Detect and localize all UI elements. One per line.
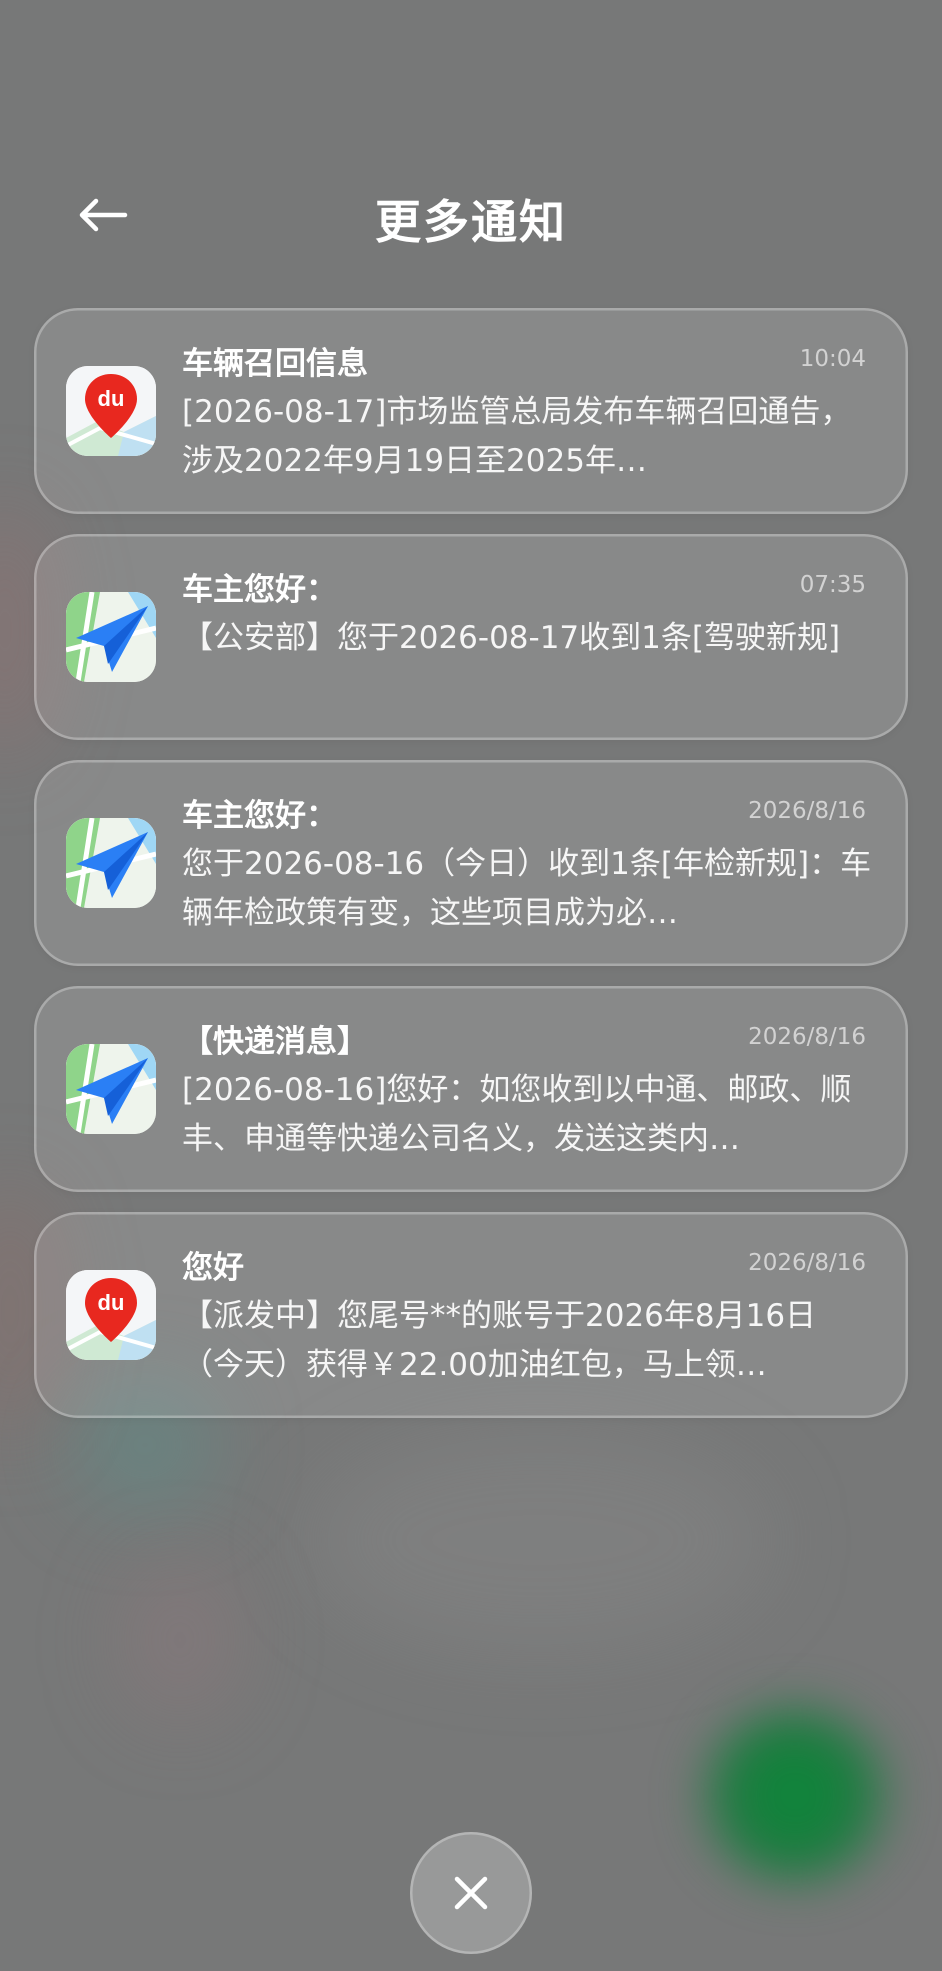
notification-time: 2026/8/16 — [748, 798, 866, 824]
header: 更多通知 — [0, 160, 942, 270]
notification-card[interactable]: du 您好 2026/8/16 【派发中】您尾号**的账号于2026年8月16日… — [34, 1212, 908, 1418]
notification-title: 【快递消息】 — [182, 1024, 368, 1060]
background-blur-blob — [690, 1700, 900, 1890]
notification-card[interactable]: 车主您好： 2026/8/16 您于2026-08-16（今日）收到1条[年检新… — [34, 760, 908, 966]
close-button[interactable] — [410, 1832, 532, 1954]
page-title: 更多通知 — [375, 195, 567, 249]
notification-time: 2026/8/16 — [748, 1250, 866, 1276]
notification-title: 车辆召回信息 — [182, 346, 368, 382]
paper-plane-map-icon — [66, 1044, 156, 1134]
notification-card[interactable]: 车主您好： 07:35 【公安部】您于2026-08-17收到1条[驾驶新规] — [34, 534, 908, 740]
svg-text:du: du — [98, 386, 125, 411]
notification-body: 您于2026-08-16（今日）收到1条[年检新规]：车辆年检政策有变，这些项目… — [182, 846, 872, 931]
background-blur-blob — [120, 1560, 240, 1720]
notification-body: 【公安部】您于2026-08-17收到1条[驾驶新规] — [182, 620, 841, 656]
background-blur-blob — [310, 1430, 770, 1650]
notification-list: du 车辆召回信息 10:04 [2026-08-17]市场监管总局发布车辆召回… — [34, 308, 908, 1438]
notification-time: 10:04 — [799, 346, 866, 372]
notification-title: 车主您好： — [182, 798, 337, 834]
notification-time: 2026/8/16 — [748, 1024, 866, 1050]
paper-plane-map-icon — [66, 818, 156, 908]
notification-body: [2026-08-16]您好：如您收到以中通、邮政、顺丰、申通等快递公司名义，发… — [182, 1072, 852, 1157]
baidu-map-icon: du — [66, 366, 156, 456]
notification-card[interactable]: du 车辆召回信息 10:04 [2026-08-17]市场监管总局发布车辆召回… — [34, 308, 908, 514]
notification-time: 07:35 — [799, 572, 866, 598]
notification-card[interactable]: 【快递消息】 2026/8/16 [2026-08-16]您好：如您收到以中通、… — [34, 986, 908, 1192]
svg-text:du: du — [98, 1290, 125, 1315]
notification-body: [2026-08-17]市场监管总局发布车辆召回通告，涉及2022年9月19日至… — [182, 394, 852, 479]
notification-body: 【派发中】您尾号**的账号于2026年8月16日（今天）获得￥22.00加油红包… — [182, 1298, 817, 1383]
baidu-map-icon: du — [66, 1270, 156, 1360]
notification-title: 您好 — [182, 1250, 244, 1286]
close-icon — [454, 1876, 488, 1910]
notification-title: 车主您好： — [182, 572, 337, 608]
paper-plane-map-icon — [66, 592, 156, 682]
